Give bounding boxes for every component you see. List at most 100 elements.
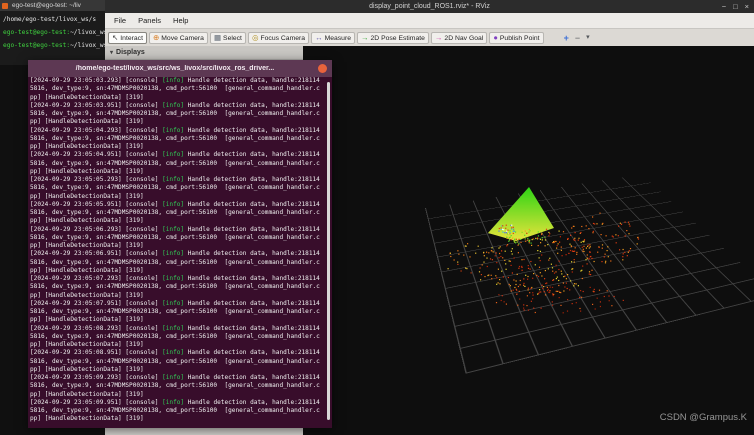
menu-file[interactable]: File [108,16,132,25]
tool-label: Publish Point [499,34,540,42]
tool-2d-pose-estimate-button[interactable]: → 2D Pose Estimate [357,32,429,44]
log-line: [2024-09-29 23:05:08.951] [console] [inf… [30,349,320,357]
add-tool-button[interactable]: + [562,32,571,44]
log-line: [2024-09-29 23:05:05.293] [console] [inf… [30,176,320,183]
terminal-titlebar[interactable]: /home/ego-test/livox_ws/src/ws_livox/src… [28,60,332,77]
log-line: [2024-09-29 23:05:03.293] [console] [inf… [30,77,320,84]
displays-panel-title: Displays [116,49,145,56]
log-line: 5816, dev_type:9, sn:47MDMSP0020138, cmd… [30,407,320,414]
point-cloud-wedge [488,187,554,241]
log-line: pp] [HandleDetectionData] [319] [30,291,144,299]
ruler-icon: ↔ [315,33,323,43]
log-line: 5816, dev_type:9, sn:47MDMSP0020138, cmd… [30,283,320,291]
log-line: [2024-09-29 23:05:08.293] [console] [inf… [30,324,320,332]
log-line: pp] [HandleDetectionData] [319] [30,365,144,373]
rviz-titlebar[interactable]: display_point_cloud_ROS1.rviz* - RViz − … [105,0,754,13]
log-line: [2024-09-29 23:05:07.293] [console] [inf… [30,275,320,282]
tool-focus-camera-button[interactable]: ◎ Focus Camera [247,32,310,44]
background-terminal-titlebar[interactable]: ego-test@ego-test: ~/liv [0,0,110,11]
log-line: [2024-09-29 23:05:06.293] [console] [inf… [30,225,320,233]
log-line: [2024-09-29 23:05:04.951] [console] [inf… [30,151,320,159]
terminal-app-icon [2,2,8,9]
tool-label: Measure [324,34,352,42]
terminal-scrollbar[interactable] [327,82,330,420]
log-line: pp] [HandleDetectionData] [319] [30,192,144,200]
log-line: [2024-09-29 23:05:06.951] [console] [inf… [30,250,320,258]
shell-line: ego-test@ego-test:~/livox_ws/s [3,29,110,36]
tool-2d-nav-goal-button[interactable]: → 2D Nav Goal [430,32,488,44]
tool-label: 2D Pose Estimate [370,34,425,42]
log-line: pp] [HandleDetectionData] [319] [30,118,144,126]
log-line: 5816, dev_type:9, sn:47MDMSP0020138, cmd… [30,233,320,241]
focus-target-icon: ◎ [251,33,259,43]
log-line: 5816, dev_type:9, sn:47MDMSP0020138, cmd… [30,134,320,142]
log-line: [2024-09-29 23:05:07.951] [console] [inf… [30,299,320,307]
log-line: 5816, dev_type:9, sn:47MDMSP0020138, cmd… [30,85,320,93]
terminal-close-icon[interactable] [318,64,327,73]
window-controls: − □ × [722,0,749,13]
log-line: 5816, dev_type:9, sn:47MDMSP0020138, cmd… [30,258,320,266]
tool-publish-point-button[interactable]: ● Publish Point [489,32,544,44]
log-line: pp] [HandleDetectionData] [319] [30,415,144,423]
log-line: [2024-09-29 23:05:04.293] [console] [inf… [30,126,320,134]
log-line: pp] [HandleDetectionData] [319] [30,217,144,225]
select-box-icon: ▦ [213,33,222,43]
tool-interact-button[interactable]: ↖ Interact [108,32,147,44]
pink-arrow-icon: → [434,33,443,43]
log-line: [2024-09-29 23:05:03.951] [console] [inf… [30,101,320,109]
log-line: 5816, dev_type:9, sn:47MDMSP0020138, cmd… [30,159,320,167]
rviz-window-title: display_point_cloud_ROS1.rviz* - RViz [369,3,490,10]
displays-panel-header[interactable]: ▾ Displays [105,46,303,60]
log-line: 5816, dev_type:9, sn:47MDMSP0020138, cmd… [30,332,320,340]
log-line: pp] [HandleDetectionData] [319] [30,266,144,274]
log-line: pp] [HandleDetectionData] [319] [30,93,144,101]
log-line: pp] [HandleDetectionData] [319] [30,341,144,348]
cursor-icon: ↖ [112,33,119,43]
menu-help[interactable]: Help [167,16,194,25]
toolbar-options-chevron-icon[interactable]: ▾ [584,32,592,44]
log-line: 5816, dev_type:9, sn:47MDMSP0020138, cmd… [30,308,320,315]
background-terminal-body: /home/ego-test/livox_ws/s ego-test@ego-t… [0,11,110,65]
camera-move-icon: ⊕ [152,33,160,43]
minimize-icon[interactable]: − [722,0,726,13]
log-line: pp] [HandleDetectionData] [319] [30,390,144,398]
point-cloud [447,187,640,314]
log-line: [2024-09-29 23:05:05.951] [console] [inf… [30,200,320,208]
log-line: 5816, dev_type:9, sn:47MDMSP0020138, cmd… [30,184,320,192]
terminal-title: /home/ego-test/livox_ws/src/ws_livox/src… [75,65,275,72]
tool-label: Select [223,34,242,42]
point-dot-icon: ● [493,33,498,43]
tool-label: 2D Nav Goal [444,34,484,42]
chevron-down-icon: ▾ [110,50,114,56]
log-line: pp] [HandleDetectionData] [319] [30,242,144,249]
tool-select-button[interactable]: ▦ Select [209,32,246,44]
tool-move-camera-button[interactable]: ⊕ Move Camera [148,32,208,44]
maximize-icon[interactable]: □ [733,0,738,13]
shell-line: ego-test@ego-test:~/livox_ws/s [3,42,110,49]
tool-label: Focus Camera [260,34,306,42]
log-line: pp] [HandleDetectionData] [319] [30,143,144,150]
log-line: 5816, dev_type:9, sn:47MDMSP0020138, cmd… [30,382,320,390]
log-line: pp] [HandleDetectionData] [319] [30,167,144,175]
rviz-3d-viewport[interactable] [303,46,754,435]
log-line: [2024-09-29 23:05:09.951] [console] [inf… [30,398,320,406]
tool-label: Interact [120,34,143,42]
log-line: 5816, dev_type:9, sn:47MDMSP0020138, cmd… [30,209,320,216]
green-arrow-icon: → [361,33,369,43]
terminal-window: /home/ego-test/livox_ws/src/ws_livox/src… [28,60,332,428]
log-line: pp] [HandleDetectionData] [319] [30,316,144,324]
close-icon[interactable]: × [745,0,749,13]
terminal-log[interactable]: [2024-09-29 23:05:03.293] [console] [inf… [30,77,325,426]
tool-label: Move Camera [161,34,204,42]
menu-panels[interactable]: Panels [132,16,167,25]
remove-tool-button[interactable]: − [573,32,582,44]
tool-measure-button[interactable]: ↔ Measure [311,32,356,44]
watermark: CSDN @Grampus.K [659,412,747,423]
log-line: 5816, dev_type:9, sn:47MDMSP0020138, cmd… [30,357,320,365]
shell-line: /home/ego-test/livox_ws/s [3,16,97,23]
background-terminal-window[interactable]: ego-test@ego-test: ~/liv /home/ego-test/… [0,0,110,65]
rviz-menubar: File Panels Help [105,13,754,29]
screen: ego-test@ego-test: ~/liv /home/ego-test/… [0,0,754,435]
background-terminal-title: ego-test@ego-test: ~/liv [12,2,81,9]
log-line: 5816, dev_type:9, sn:47MDMSP0020138, cmd… [30,110,320,117]
